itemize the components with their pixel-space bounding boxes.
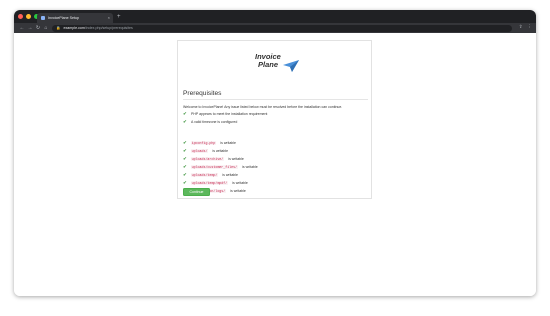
share-icon[interactable]: ⇪ — [519, 24, 523, 30]
forward-icon[interactable]: → — [26, 25, 34, 31]
back-icon[interactable]: ← — [18, 25, 26, 31]
home-icon[interactable]: ⌂ — [42, 25, 50, 31]
browser-window: InvoicePlane Setup × + ← → ↻ ⌂ 🔒 example… — [14, 10, 536, 296]
heading-divider — [183, 99, 368, 100]
continue-button[interactable]: Continue — [183, 188, 210, 196]
page-viewport: Invoice Plane Prerequisites Welcome to I… — [14, 33, 536, 296]
menu-icon[interactable]: ⋮ — [528, 24, 533, 30]
favicon-icon — [41, 16, 45, 20]
paper-plane-icon — [283, 60, 299, 72]
browser-tab[interactable]: InvoicePlane Setup × — [37, 13, 113, 23]
logo-line-2: Plane — [258, 59, 279, 69]
setup-card: Invoice Plane Prerequisites Welcome to I… — [177, 40, 372, 199]
close-window-button[interactable] — [18, 14, 23, 19]
url-path: /index.php/setup/prerequisites — [84, 26, 133, 30]
checkmark-icon: ✔ — [183, 119, 187, 124]
check-text: PHP appears to meet the installation req… — [191, 112, 268, 117]
check-text: is writable — [242, 165, 258, 169]
check-item: ✔ A valid timezone is configured — [183, 119, 238, 125]
page-title: Prerequisites — [183, 90, 222, 97]
url-host: example.com — [63, 26, 85, 30]
toolbar-actions: ⇪ ⋮ — [519, 24, 533, 30]
minimize-window-button[interactable] — [26, 14, 31, 19]
check-text: A valid timezone is configured — [191, 120, 238, 125]
lock-icon: 🔒 — [56, 26, 61, 30]
reload-icon[interactable]: ↻ — [34, 25, 42, 31]
logo-text: Invoice Plane — [255, 53, 281, 68]
window-controls — [18, 14, 39, 19]
new-tab-icon[interactable]: + — [117, 13, 121, 21]
tab-close-icon[interactable]: × — [108, 16, 110, 20]
intro-text: Welcome to InvoicePlane! Any issue liste… — [183, 105, 343, 109]
browser-titlebar: InvoicePlane Setup × + — [14, 10, 536, 23]
invoiceplane-logo: Invoice Plane — [255, 53, 301, 79]
browser-toolbar: ← → ↻ ⌂ 🔒 example.com /index.php/setup/p… — [14, 23, 536, 33]
check-item: ✔ PHP appears to meet the installation r… — [183, 111, 268, 117]
address-bar[interactable]: 🔒 example.com /index.php/setup/prerequis… — [52, 24, 512, 32]
checkmark-icon: ✔ — [183, 111, 187, 116]
tab-title: InvoicePlane Setup — [48, 16, 79, 20]
check-text: is writable — [230, 189, 246, 193]
